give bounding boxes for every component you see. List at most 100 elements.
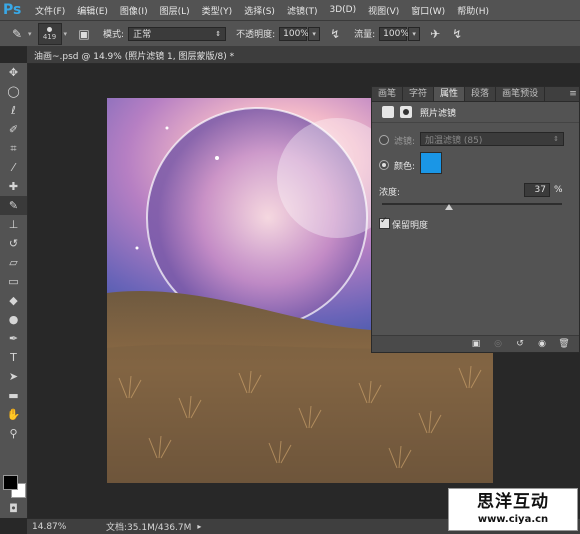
- view-previous-icon[interactable]: ◎: [491, 338, 505, 350]
- color-swatches[interactable]: [3, 475, 26, 498]
- zoom-icon[interactable]: ⚲: [0, 424, 27, 443]
- options-bar: ✎ ▾ 419 ▾ ▣ 模式: 正常 ⇕ 不透明度: 100% ▾ ↯ 流量: …: [0, 21, 580, 47]
- path-select-icon[interactable]: ➤: [0, 367, 27, 386]
- gradient-icon[interactable]: ▭: [0, 272, 27, 291]
- flow-field[interactable]: 100%: [379, 26, 409, 41]
- mode-label: 模式:: [103, 30, 125, 40]
- reset-icon[interactable]: ↺: [513, 338, 527, 350]
- layer-mask-icon[interactable]: [400, 106, 412, 118]
- tab-paragraph[interactable]: 段落: [465, 87, 497, 101]
- menu-bar: Ps 文件(F) 编辑(E) 图像(I) 图层(L) 类型(Y) 选择(S) 滤…: [0, 0, 580, 21]
- panel-menu-icon[interactable]: ≡: [567, 87, 579, 101]
- clip-to-layer-icon[interactable]: ▣: [469, 338, 483, 350]
- stamp-icon[interactable]: ⊥: [0, 215, 27, 234]
- adjustment-layer-icon[interactable]: [382, 106, 394, 118]
- document-tab[interactable]: 油画~.psd @ 14.9% (照片滤镜 1, 图层蒙版/8) *: [27, 46, 580, 64]
- flow-dropdown-icon[interactable]: ▾: [408, 26, 421, 41]
- tab-properties[interactable]: 属性: [434, 87, 466, 101]
- panel-header: 照片滤镜: [372, 102, 579, 123]
- opacity-dropdown-icon[interactable]: ▾: [308, 26, 321, 41]
- watermark: 思洋互动 www.ciya.cn: [448, 488, 578, 531]
- density-field[interactable]: 37: [524, 183, 550, 197]
- menu-type[interactable]: 类型(Y): [202, 4, 233, 17]
- preserve-luminosity-label: 保留明度: [392, 221, 429, 231]
- color-row: 颜色:: [372, 152, 579, 176]
- color-label: 颜色:: [394, 162, 416, 172]
- preserve-luminosity-row: 保留明度: [372, 216, 579, 231]
- panel-title: 照片滤镜: [420, 108, 457, 119]
- filter-color-swatch[interactable]: [420, 152, 442, 174]
- document-info[interactable]: 文档:35.1M/436.7M: [106, 520, 191, 533]
- density-slider-knob[interactable]: [444, 204, 453, 210]
- delete-icon[interactable]: 🗑: [557, 338, 571, 350]
- tab-character[interactable]: 字符: [403, 87, 435, 101]
- filter-label: 滤镜:: [394, 137, 416, 147]
- blend-mode-select[interactable]: 正常 ⇕: [128, 26, 227, 41]
- foreground-color-swatch[interactable]: [3, 475, 18, 490]
- menu-edit[interactable]: 编辑(E): [77, 4, 108, 17]
- hand-icon[interactable]: ✋: [0, 405, 27, 424]
- eyedropper-icon[interactable]: ⁄: [0, 158, 27, 177]
- tool-preset-arrow-icon[interactable]: ▾: [28, 30, 32, 38]
- properties-panel: 画笔 字符 属性 段落 画笔预设 ≡ 照片滤镜 滤镜: 加温滤镜 (85) ⇕ …: [371, 86, 580, 353]
- menu-help[interactable]: 帮助(H): [457, 4, 489, 17]
- history-brush-icon[interactable]: ↺: [0, 234, 27, 253]
- watermark-url: www.ciya.cn: [477, 514, 549, 525]
- eraser-icon[interactable]: ▱: [0, 253, 27, 272]
- menu-view[interactable]: 视图(V): [368, 4, 399, 17]
- lasso-icon[interactable]: ℓ: [0, 101, 27, 120]
- brush-tool-icon[interactable]: ✎: [8, 25, 26, 43]
- menu-layer[interactable]: 图层(L): [160, 4, 190, 17]
- tab-brush[interactable]: 画笔: [372, 87, 404, 101]
- pressure-size-icon[interactable]: ↯: [448, 25, 466, 43]
- filter-row: 滤镜: 加温滤镜 (85) ⇕: [372, 132, 579, 148]
- visibility-icon[interactable]: ◉: [535, 338, 549, 350]
- brush-size: 419: [42, 32, 57, 41]
- photoshop-logo: Ps: [3, 2, 22, 18]
- tools-panel: ✥ ◯ ℓ ✐ ⌗ ⁄ ✚ ✎ ⊥ ↺ ▱ ▭ ◆ ● ✒ T ➤ ▬ ✋ ⚲ …: [0, 63, 28, 518]
- brush-icon[interactable]: ✎: [0, 196, 27, 215]
- brush-tip-icon: [47, 26, 53, 32]
- brush-preset-picker[interactable]: 419: [37, 22, 62, 45]
- airbrush-icon[interactable]: ✈: [426, 25, 444, 43]
- status-arrow-icon[interactable]: ▸: [197, 522, 201, 531]
- pen-icon[interactable]: ✒: [0, 329, 27, 348]
- color-radio[interactable]: [379, 160, 389, 170]
- flow-label: 流量:: [354, 30, 376, 40]
- quick-mask-icon[interactable]: ◘: [0, 499, 27, 518]
- zoom-level[interactable]: 14.87%: [32, 522, 70, 532]
- filter-value: 加温滤镜 (85): [425, 135, 483, 146]
- menu-select[interactable]: 选择(S): [244, 4, 275, 17]
- tab-brush-presets[interactable]: 画笔预设: [496, 87, 546, 101]
- menu-file[interactable]: 文件(F): [35, 4, 65, 17]
- watermark-title: 思洋互动: [477, 492, 549, 512]
- type-icon[interactable]: T: [0, 348, 27, 367]
- blur-icon[interactable]: ◆: [0, 291, 27, 310]
- filter-select[interactable]: 加温滤镜 (85) ⇕: [420, 132, 564, 146]
- move-icon[interactable]: ✥: [0, 63, 27, 82]
- density-label: 浓度:: [379, 188, 401, 198]
- density-unit: %: [554, 185, 563, 195]
- blend-mode-value: 正常: [133, 30, 152, 40]
- chevron-updown-icon: ⇕: [215, 29, 222, 38]
- preserve-luminosity-checkbox[interactable]: [379, 216, 390, 229]
- panel-tabs: 画笔 字符 属性 段落 画笔预设 ≡: [372, 87, 579, 102]
- shape-icon[interactable]: ▬: [0, 386, 27, 405]
- menu-image[interactable]: 图像(I): [120, 4, 148, 17]
- density-slider-track[interactable]: [382, 203, 562, 205]
- crop-icon[interactable]: ⌗: [0, 139, 27, 158]
- opacity-field[interactable]: 100%: [279, 26, 309, 41]
- brush-preset-arrow-icon[interactable]: ▾: [64, 30, 68, 38]
- quick-select-icon[interactable]: ✐: [0, 120, 27, 139]
- dodge-icon[interactable]: ●: [0, 310, 27, 329]
- menu-window[interactable]: 窗口(W): [411, 4, 445, 17]
- chevron-updown-icon: ⇕: [553, 135, 559, 143]
- menu-3d[interactable]: 3D(D): [329, 5, 356, 15]
- menu-filter[interactable]: 滤镜(T): [287, 4, 318, 17]
- pressure-opacity-icon[interactable]: ↯: [326, 25, 344, 43]
- marquee-icon[interactable]: ◯: [0, 82, 27, 101]
- opacity-label: 不透明度:: [236, 30, 276, 40]
- healing-icon[interactable]: ✚: [0, 177, 27, 196]
- brush-panel-toggle-icon[interactable]: ▣: [75, 25, 93, 43]
- filter-radio[interactable]: [379, 135, 389, 145]
